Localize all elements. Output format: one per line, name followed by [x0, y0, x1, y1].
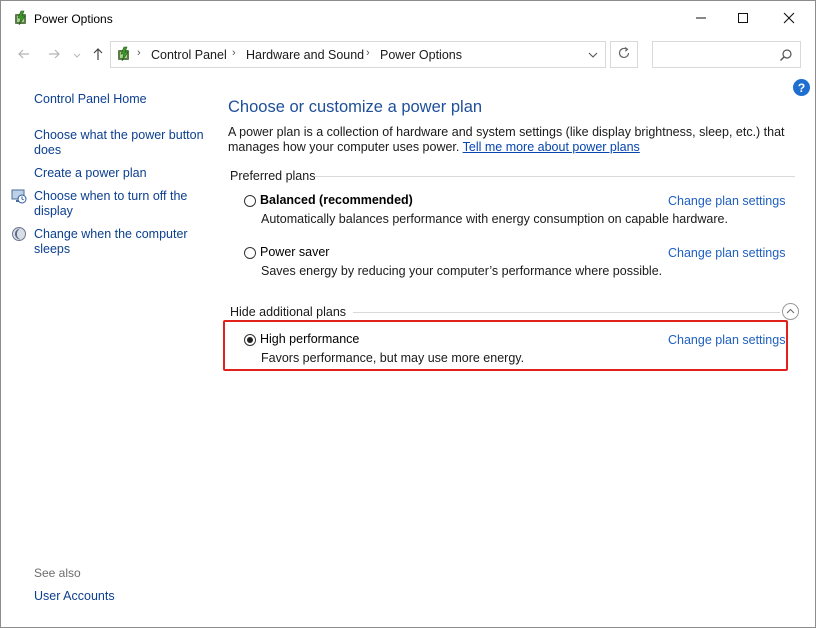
minimize-icon — [695, 12, 707, 27]
recent-locations-button[interactable] — [70, 43, 84, 67]
refresh-button[interactable] — [610, 41, 638, 68]
breadcrumb-separator: › — [232, 47, 236, 59]
plan-description-power-saver: Saves energy by reducing your computer’s… — [261, 264, 663, 278]
forward-arrow-icon — [47, 47, 61, 64]
title-bar: Power Options — [1, 1, 815, 37]
sidebar-link-display-off[interactable]: Choose when to turn off the display — [34, 189, 187, 219]
description-line-2: manages how your computer uses power. Te… — [228, 140, 788, 155]
moon-icon — [11, 226, 27, 242]
power-saver-radio[interactable] — [244, 247, 256, 259]
breadcrumb-separator: › — [366, 47, 370, 59]
search-box[interactable] — [652, 41, 801, 68]
sidebar-link-label: display — [34, 204, 73, 218]
learn-more-link[interactable]: Tell me more about power plans — [463, 140, 640, 154]
power-options-small-icon — [115, 46, 133, 64]
help-button[interactable]: ? — [793, 79, 810, 96]
up-button[interactable] — [87, 43, 109, 67]
group-divider — [315, 176, 795, 177]
sidebar-link-label: does — [34, 143, 62, 157]
plan-description-balanced: Automatically balances performance with … — [261, 212, 728, 226]
change-plan-settings-high-performance[interactable]: Change plan settings — [668, 333, 785, 347]
high-performance-radio[interactable] — [244, 334, 256, 346]
sidebar-link-label: Choose when to turn off the — [34, 189, 188, 203]
search-icon[interactable] — [779, 48, 793, 62]
plan-name-high-performance[interactable]: High performance — [260, 332, 359, 346]
sidebar-link-sleep[interactable]: Change when the computer sleeps — [34, 227, 188, 257]
window-title: Power Options — [34, 12, 113, 26]
change-plan-settings-balanced[interactable]: Change plan settings — [668, 194, 785, 208]
breadcrumb-hardware-and-sound[interactable]: Hardware and Sound — [246, 48, 364, 62]
group-divider — [353, 312, 780, 313]
minimize-button[interactable] — [678, 1, 724, 37]
refresh-icon — [617, 46, 631, 63]
sidebar-link-power-button[interactable]: Choose what the power button does — [34, 128, 204, 158]
control-panel-home-link[interactable]: Control Panel Home — [34, 92, 147, 107]
maximize-button[interactable] — [720, 1, 766, 37]
breadcrumb-power-options[interactable]: Power Options — [380, 48, 462, 62]
forward-button[interactable] — [43, 43, 65, 67]
plan-name-balanced[interactable]: Balanced (recommended) — [260, 193, 413, 207]
breadcrumb-control-panel[interactable]: Control Panel — [151, 48, 227, 62]
back-arrow-icon — [17, 47, 31, 64]
user-accounts-link[interactable]: User Accounts — [34, 589, 115, 604]
power-options-window: Power Options › Control Panel › Hardware… — [0, 0, 816, 628]
balanced-radio[interactable] — [244, 195, 256, 207]
sidebar-link-label: Create a power plan — [34, 166, 147, 180]
display-icon — [11, 188, 27, 204]
power-options-icon — [12, 10, 30, 28]
plan-description-high-performance: Favors performance, but may use more ene… — [261, 351, 525, 365]
search-input[interactable] — [657, 45, 776, 66]
maximize-icon — [737, 12, 749, 27]
help-icon: ? — [797, 80, 806, 95]
close-icon — [783, 12, 795, 27]
chevron-up-icon — [786, 305, 795, 319]
chevron-down-icon[interactable] — [585, 47, 601, 63]
page-title: Choose or customize a power plan — [228, 98, 483, 116]
collapse-button[interactable] — [782, 303, 799, 320]
sidebar-link-label: Change when the computer — [34, 227, 188, 241]
plan-name-power-saver[interactable]: Power saver — [260, 245, 329, 259]
see-also-label: See also — [34, 566, 81, 580]
preferred-plans-label: Preferred plans — [230, 169, 316, 183]
page-description: A power plan is a collection of hardware… — [228, 125, 788, 155]
up-arrow-icon — [91, 47, 105, 64]
sidebar-link-label: Choose what the power button — [34, 128, 204, 142]
change-plan-settings-power-saver[interactable]: Change plan settings — [668, 246, 785, 260]
address-bar[interactable]: › Control Panel › Hardware and Sound › P… — [110, 41, 606, 68]
breadcrumb-separator: › — [137, 47, 141, 59]
sidebar-link-create-plan[interactable]: Create a power plan — [34, 166, 147, 181]
chevron-down-small-icon — [73, 48, 81, 62]
back-button[interactable] — [13, 43, 35, 67]
description-line: A power plan is a collection of hardware… — [228, 125, 785, 139]
sidebar-link-label: sleeps — [34, 242, 71, 256]
hide-additional-plans-label[interactable]: Hide additional plans — [230, 305, 346, 319]
description-text: manages how your computer uses power. — [228, 140, 460, 154]
close-button[interactable] — [766, 1, 812, 37]
